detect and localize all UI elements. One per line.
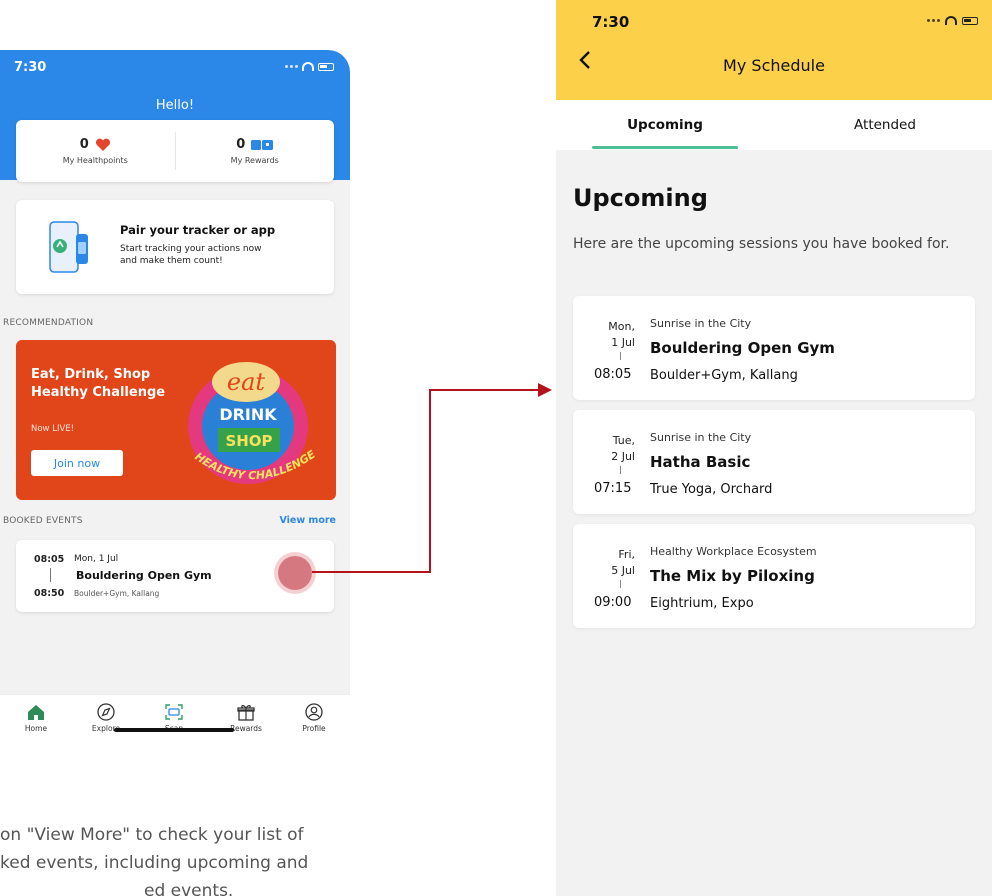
booked-end-time: 08:50	[34, 588, 65, 599]
view-more-link[interactable]: View more	[279, 515, 336, 526]
tab-profile-label: Profile	[302, 724, 326, 733]
session-organizer: Sunrise in the City	[650, 317, 752, 330]
caption-line-1: on "View More" to check your list of	[0, 825, 304, 845]
join-now-button[interactable]: Join now	[31, 450, 123, 476]
booked-location: Boulder+Gym, Kallang	[74, 589, 160, 598]
session-organizer: Healthy Workplace Ecosystem	[650, 545, 817, 558]
phone-tracker-icon	[49, 221, 88, 273]
pair-title: Pair your tracker or app	[120, 223, 276, 237]
wifi-icon	[945, 16, 957, 25]
session-time: 07:15	[594, 481, 632, 496]
tap-indicator	[278, 556, 312, 590]
rewards-stat[interactable]: 0 My Rewards	[174, 132, 335, 170]
caption-line-2: ked events, including upcoming and	[0, 853, 309, 873]
session-location: Boulder+Gym, Kallang	[650, 368, 798, 383]
heart-icon	[95, 138, 110, 151]
recommendation-label: RECOMMENDATION	[3, 318, 94, 328]
promo-subtitle: Now LIVE!	[31, 424, 75, 434]
compass-icon	[97, 703, 115, 721]
signal-icon	[285, 65, 298, 68]
active-tab-indicator	[592, 146, 738, 149]
pair-subtitle: Start tracking your actions now and make…	[120, 243, 320, 267]
pair-tracker-card[interactable]: Pair your tracker or app Start tracking …	[16, 200, 334, 294]
status-icons	[927, 16, 978, 25]
tutorial-stage: 7:30 Hello! 0 My Healthpoints 0 My Rewar…	[0, 0, 992, 896]
session-location: True Yoga, Orchard	[650, 482, 773, 497]
tab-home[interactable]: Home	[6, 703, 66, 733]
promo-title: Eat, Drink, Shop Healthy Challenge	[31, 367, 166, 400]
session-name: Bouldering Open Gym	[650, 339, 835, 357]
section-heading: Upcoming	[573, 184, 708, 212]
pair-subtitle-line-1: Start tracking your actions now	[120, 244, 262, 254]
session-time: 09:00	[594, 595, 632, 610]
booked-date: Mon, 1 Jul	[74, 554, 119, 564]
art-eat-text: eat	[227, 368, 266, 396]
booked-events-label: BOOKED EVENTS	[3, 516, 83, 526]
booked-event-name: Bouldering Open Gym	[76, 569, 212, 582]
session-name: The Mix by Piloxing	[650, 567, 815, 585]
pair-subtitle-line-2: and make them count!	[120, 256, 223, 266]
home-screen: 7:30 Hello! 0 My Healthpoints 0 My Rewar…	[0, 50, 350, 764]
session-name: Hatha Basic	[650, 453, 751, 471]
home-indicator	[114, 728, 234, 732]
timeline-divider	[620, 466, 621, 474]
status-icons	[285, 62, 334, 71]
healthpoints-stat[interactable]: 0 My Healthpoints	[16, 120, 175, 182]
timeline-divider	[620, 580, 621, 588]
booked-start-time: 08:05	[34, 554, 65, 565]
profile-icon	[305, 703, 323, 721]
battery-icon	[318, 62, 334, 71]
schedule-screen: 7:30 My Schedule Upcoming Attended Upcom…	[556, 0, 992, 896]
art-shop-text: SHOP	[225, 432, 272, 450]
art-drink-text: DRINK	[219, 405, 277, 424]
caption-line-3: ed events.	[144, 881, 234, 896]
wifi-icon	[302, 62, 314, 71]
timeline-divider	[50, 568, 51, 582]
session-day: Tue,	[612, 434, 635, 447]
home-icon	[28, 705, 44, 720]
healthpoints-label: My Healthpoints	[62, 156, 128, 165]
section-intro: Here are the upcoming sessions you have …	[573, 236, 950, 252]
promo-banner[interactable]: Eat, Drink, Shop Healthy Challenge Now L…	[16, 340, 336, 500]
tab-home-label: Home	[24, 724, 48, 733]
scan-icon	[165, 704, 183, 720]
greeting: Hello!	[155, 98, 195, 113]
session-date: 1 Jul	[611, 336, 635, 349]
rewards-label: My Rewards	[230, 156, 279, 165]
session-card[interactable]: Mon, 1 Jul 08:05 Sunrise in the City Bou…	[573, 296, 975, 400]
session-card[interactable]: Tue, 2 Jul 07:15 Sunrise in the City Hat…	[573, 410, 975, 514]
status-time: 7:30	[592, 13, 630, 31]
session-day: Mon,	[608, 320, 635, 333]
page-title: My Schedule	[723, 56, 825, 75]
tab-profile[interactable]: Profile	[284, 703, 344, 733]
session-card[interactable]: Fri, 5 Jul 09:00 Healthy Workplace Ecosy…	[573, 524, 975, 628]
session-location: Eightrium, Expo	[650, 596, 754, 611]
gift-icon	[237, 705, 255, 721]
signal-icon	[927, 19, 940, 22]
tab-upcoming[interactable]: Upcoming	[592, 117, 738, 133]
ticket-icon	[251, 139, 274, 150]
session-day: Fri,	[618, 548, 635, 561]
schedule-tabs: Upcoming Attended	[556, 100, 992, 150]
status-time: 7:30	[14, 60, 47, 75]
session-date: 5 Jul	[611, 564, 635, 577]
session-date: 2 Jul	[611, 450, 635, 463]
timeline-divider	[620, 352, 621, 360]
challenge-logo-icon: eat DRINK SHOP HEALTHY CHALLENGE	[188, 362, 318, 484]
healthpoints-value: 0	[79, 137, 89, 152]
session-time: 08:05	[594, 367, 632, 382]
session-organizer: Sunrise in the City	[650, 431, 752, 444]
stats-card: 0 My Healthpoints 0 My Rewards	[16, 120, 334, 182]
tab-attended[interactable]: Attended	[812, 117, 958, 133]
schedule-header: 7:30 My Schedule	[556, 0, 992, 100]
rewards-value: 0	[236, 137, 246, 152]
battery-icon	[962, 16, 978, 25]
